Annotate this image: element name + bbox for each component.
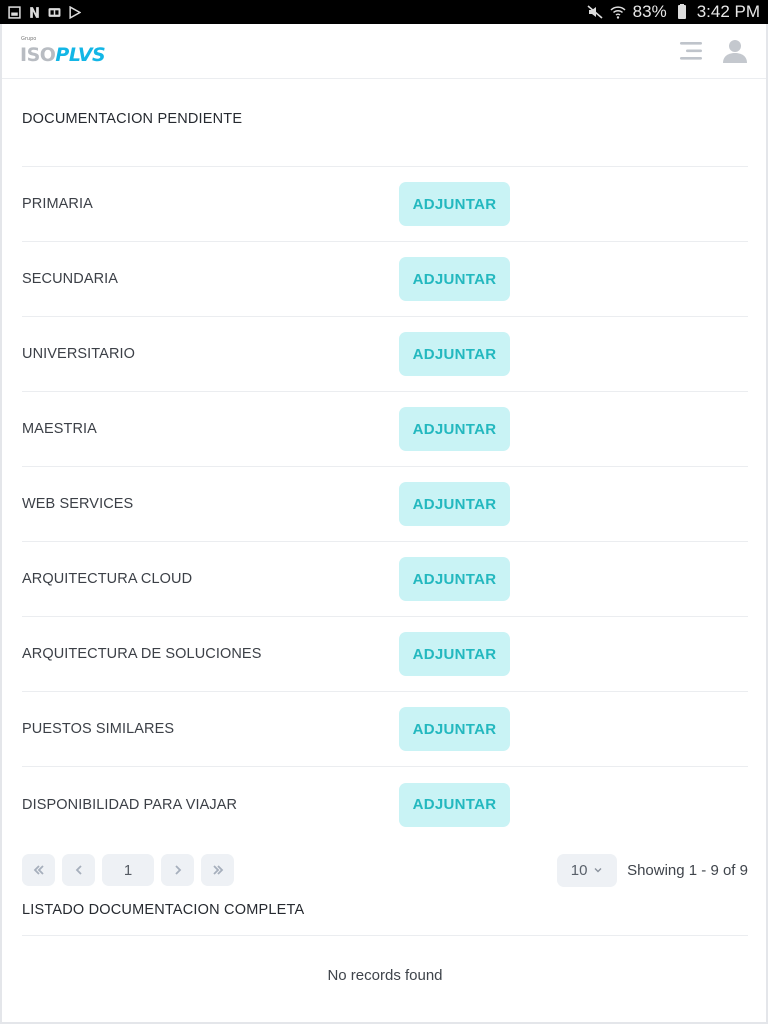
attach-button[interactable]: ADJUNTAR: [399, 407, 510, 451]
attach-button[interactable]: ADJUNTAR: [399, 482, 510, 526]
main-content: DOCUMENTACION PENDIENTE PRIMARIA ADJUNTA…: [22, 79, 748, 984]
mute-icon: [587, 4, 603, 20]
battery-icon: [674, 4, 690, 20]
page-size-value: 10: [570, 861, 588, 879]
next-page-button[interactable]: [161, 854, 194, 886]
user-avatar-icon[interactable]: [722, 38, 748, 64]
app-frame: Grupo ISO PLVS DOCUMENTACION PENDIENTE P…: [0, 24, 768, 1024]
pending-row: DISPONIBILIDAD PARA VIAJAR ADJUNTAR: [22, 767, 748, 842]
wifi-icon: [610, 4, 626, 20]
doc-label: ARQUITECTURA CLOUD: [22, 571, 193, 587]
doc-label: PUESTOS SIMILARES: [22, 721, 175, 737]
doc-label: PRIMARIA: [22, 196, 93, 212]
chevron-left-icon: [75, 865, 82, 875]
doc-label: SECUNDARIA: [22, 271, 119, 287]
attach-button[interactable]: ADJUNTAR: [399, 182, 510, 226]
attach-button[interactable]: ADJUNTAR: [399, 707, 510, 751]
empty-state-text: No records found: [327, 967, 443, 984]
chevron-right-icon: [174, 865, 181, 875]
status-bar: 83% 3:42 PM: [0, 0, 768, 24]
top-bar: Grupo ISO PLVS: [2, 24, 766, 79]
doc-label: UNIVERSITARIO: [22, 346, 136, 362]
pending-row: SECUNDARIA ADJUNTAR: [22, 242, 748, 317]
attach-button[interactable]: ADJUNTAR: [399, 632, 510, 676]
pending-row: ARQUITECTURA CLOUD ADJUNTAR: [22, 542, 748, 617]
netflix-notification-icon: [28, 6, 41, 19]
showing-count: Showing 1 - 9 of 9: [627, 861, 748, 879]
pending-row: MAESTRIA ADJUNTAR: [22, 392, 748, 467]
pagination-controls: 1: [22, 854, 234, 886]
attach-button[interactable]: ADJUNTAR: [399, 332, 510, 376]
clock: 3:42 PM: [696, 2, 760, 21]
doc-label: WEB SERVICES: [22, 496, 134, 512]
status-bar-right: 83% 3:42 PM: [587, 2, 760, 22]
complete-section-title: LISTADO DOCUMENTACION COMPLETA: [22, 898, 748, 936]
double-chevron-right-icon: [212, 865, 223, 875]
top-bar-actions: [676, 38, 748, 64]
pagination: 1 10 Showing 1 - 9 of 9: [22, 842, 748, 898]
page-number-button[interactable]: 1: [102, 854, 154, 886]
pending-section-title: DOCUMENTACION PENDIENTE: [22, 79, 748, 167]
pending-row: PUESTOS SIMILARES ADJUNTAR: [22, 692, 748, 767]
doc-label: DISPONIBILIDAD PARA VIAJAR: [22, 796, 238, 813]
gallery-notification-icon: [8, 5, 21, 19]
logo[interactable]: Grupo ISO PLVS: [20, 36, 106, 66]
logo-plus-text: PLVS: [55, 44, 106, 66]
pending-list: PRIMARIA ADJUNTAR SECUNDARIA ADJUNTAR UN…: [22, 167, 748, 842]
page-size-select[interactable]: 10: [557, 853, 618, 887]
pending-row: UNIVERSITARIO ADJUNTAR: [22, 317, 748, 392]
pending-row: PRIMARIA ADJUNTAR: [22, 167, 748, 242]
doc-label: ARQUITECTURA DE SOLUCIONES: [22, 646, 262, 662]
menu-icon[interactable]: [676, 40, 704, 62]
first-page-button[interactable]: [22, 854, 55, 886]
cc-notification-icon: [48, 6, 61, 19]
logo-iso-text: ISO: [20, 44, 56, 66]
play-store-notification-icon: [68, 5, 81, 19]
prev-page-button[interactable]: [62, 854, 95, 886]
last-page-button[interactable]: [201, 854, 234, 886]
attach-button[interactable]: ADJUNTAR: [399, 557, 510, 601]
logo-small-text: Grupo: [21, 36, 37, 42]
attach-button[interactable]: ADJUNTAR: [399, 782, 510, 827]
doc-label: MAESTRIA: [22, 421, 97, 437]
attach-button[interactable]: ADJUNTAR: [399, 257, 510, 301]
chevron-down-icon: [594, 868, 602, 873]
pending-row: ARQUITECTURA DE SOLUCIONES ADJUNTAR: [22, 617, 748, 692]
pending-row: WEB SERVICES ADJUNTAR: [22, 467, 748, 542]
status-bar-left: [8, 5, 81, 19]
double-chevron-left-icon: [33, 865, 44, 875]
battery-percent: 83%: [632, 2, 667, 21]
pagination-info: 10 Showing 1 - 9 of 9: [557, 853, 748, 887]
